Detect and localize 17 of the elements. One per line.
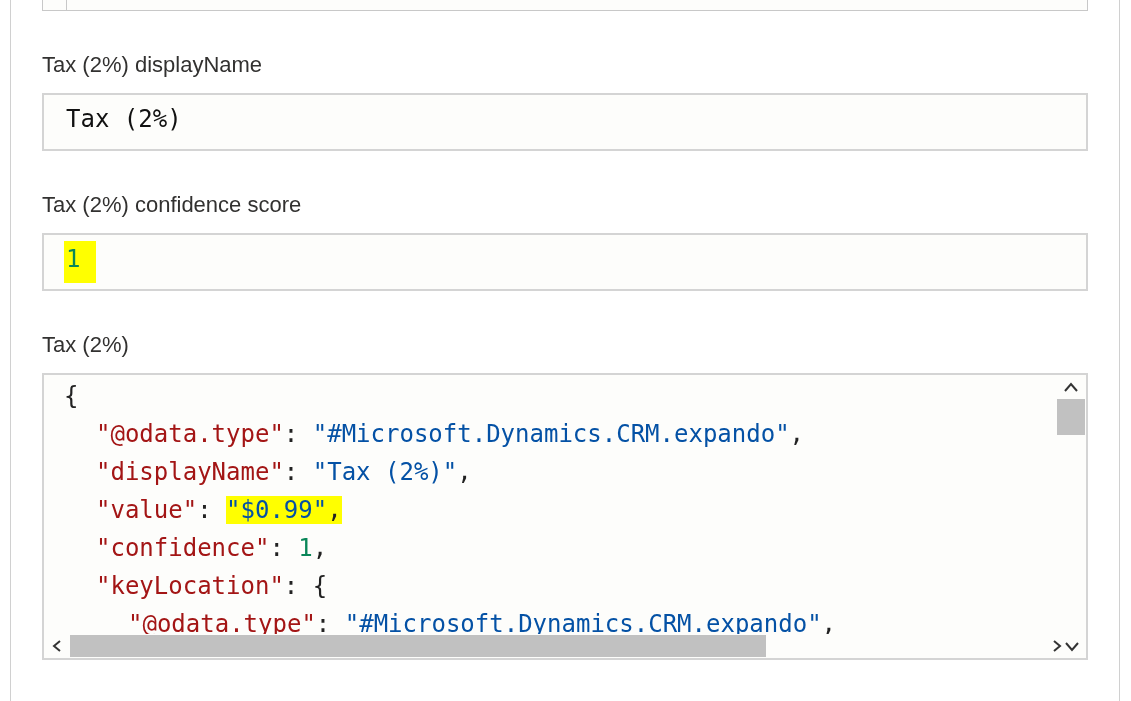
field-label: Tax (2%) confidence score xyxy=(42,191,303,219)
code-line: "displayName": "Tax (2%)", xyxy=(96,457,472,488)
code-line: "keyLocation": { xyxy=(96,571,328,602)
code-line: "value": "$0.99", xyxy=(96,495,342,526)
scrollbar-thumb[interactable] xyxy=(70,635,766,657)
code-line: "@odata.type": "#Microsoft.Dynamics.CRM.expando", xyxy=(96,419,805,450)
scroll-down-icon[interactable] xyxy=(1064,640,1080,652)
text-field[interactable]: Tax (2%) xyxy=(42,93,1088,151)
code-line: "confidence": 1, xyxy=(96,533,328,564)
scrollbar-thumb[interactable] xyxy=(1057,399,1085,435)
text-field[interactable]: 1 xyxy=(42,233,1088,291)
scroll-up-icon[interactable] xyxy=(1063,381,1079,393)
code-line: { xyxy=(64,381,79,412)
field-label: Tax (2%) displayName xyxy=(42,51,264,79)
field-value: Tax (2%) xyxy=(65,104,183,135)
field-label: Tax (2%) xyxy=(42,331,130,359)
field-value: 1 xyxy=(64,241,97,283)
